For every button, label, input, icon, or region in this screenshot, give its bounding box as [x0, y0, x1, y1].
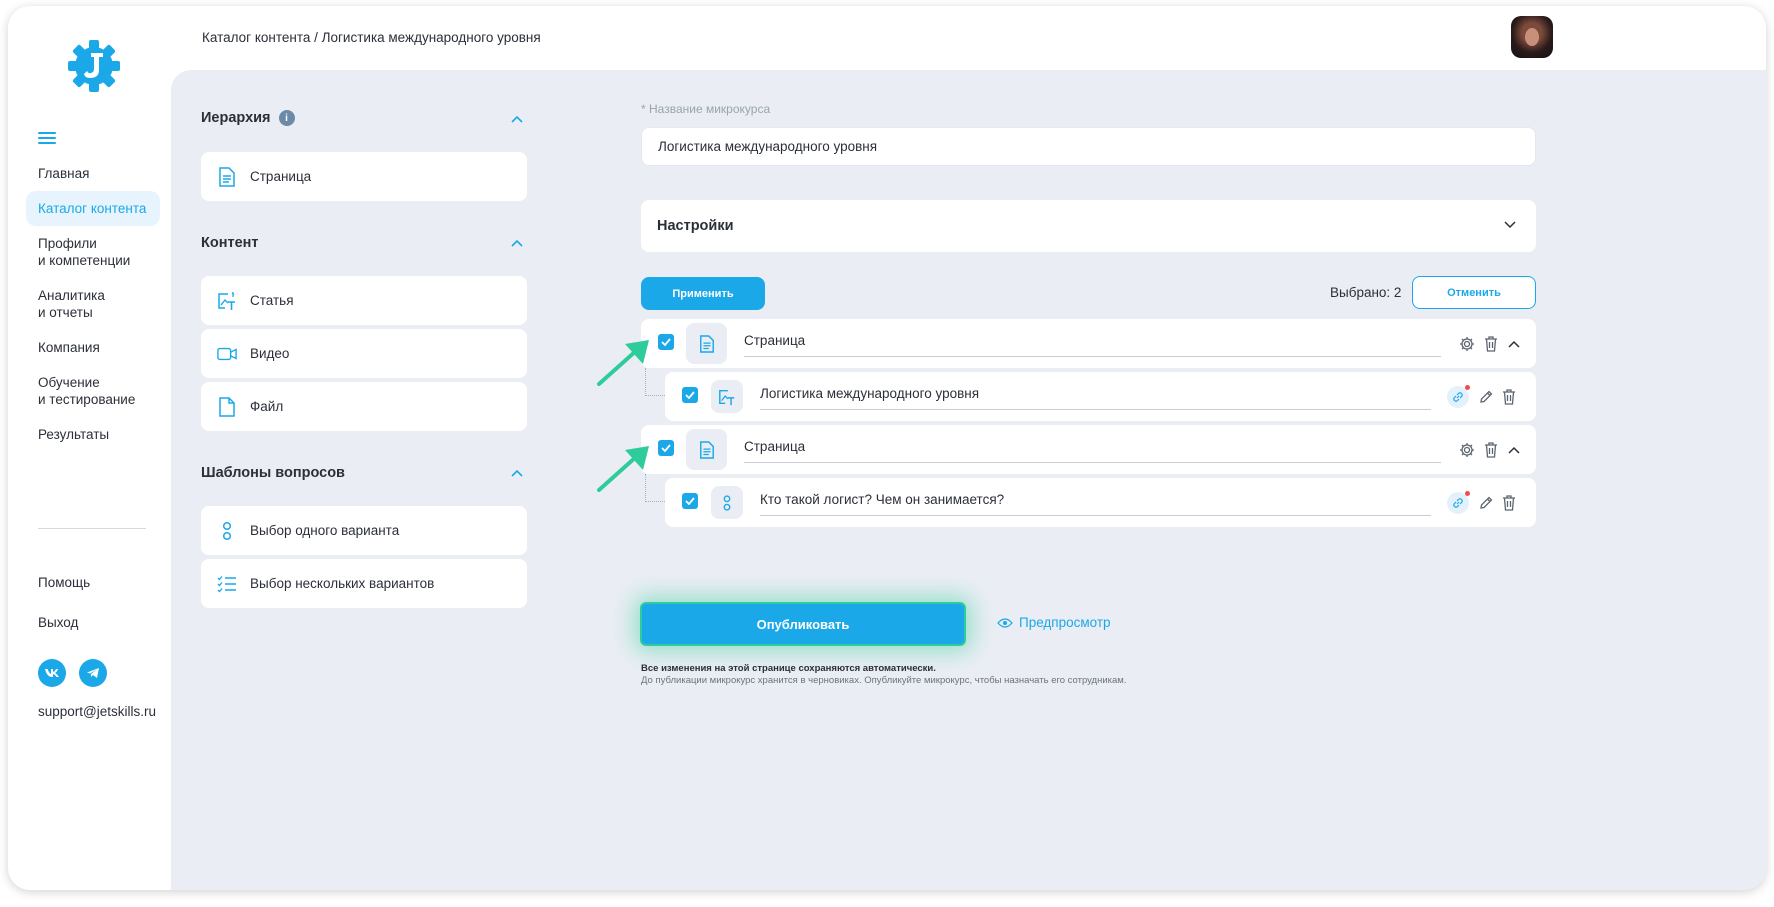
- annotation-arrow: [597, 340, 649, 386]
- telegram-icon[interactable]: [79, 659, 107, 687]
- eye-icon: [997, 617, 1013, 628]
- page-icon: [217, 166, 237, 187]
- chevron-down-icon[interactable]: [1504, 221, 1516, 229]
- video-icon: [217, 344, 237, 364]
- link-icon[interactable]: [1447, 491, 1470, 514]
- autosave-note: Все изменения на этой странице сохраняют…: [641, 663, 936, 674]
- palette-item-video[interactable]: Видео: [201, 329, 527, 378]
- selected-count: Выбрано: 2: [1330, 285, 1402, 300]
- link-icon[interactable]: [1447, 385, 1470, 408]
- multi-choice-icon: [217, 574, 237, 594]
- chevron-up-icon[interactable]: [511, 239, 523, 247]
- sidebar-item-learning[interactable]: Обучение и тестирование: [26, 365, 160, 417]
- palette-item-single-choice[interactable]: Выбор одного варианта: [201, 506, 527, 555]
- jetskills-logo[interactable]: [65, 36, 123, 96]
- sidebar-item-catalog[interactable]: Каталог контента: [26, 191, 160, 226]
- gear-icon[interactable]: [1458, 441, 1476, 459]
- question-title[interactable]: Кто такой логист? Чем он занимается?: [760, 492, 1431, 516]
- chevron-up-icon[interactable]: [1505, 335, 1523, 353]
- page-icon: [686, 323, 727, 364]
- child-checkbox[interactable]: [682, 387, 698, 403]
- child-checkbox[interactable]: [682, 493, 698, 509]
- sidebar-item-profiles[interactable]: Профили и компетенции: [26, 226, 160, 278]
- chevron-up-icon[interactable]: [1505, 441, 1523, 459]
- vk-icon[interactable]: [38, 659, 66, 687]
- settings-accordion[interactable]: Настройки: [641, 200, 1536, 252]
- palette-item-page[interactable]: Страница: [201, 152, 527, 201]
- page-checkbox[interactable]: [658, 334, 674, 350]
- palette-item-file[interactable]: Файл: [201, 382, 527, 431]
- course-name-input[interactable]: Логистика международного уровня: [641, 127, 1536, 166]
- preview-link[interactable]: Предпросмотр: [997, 615, 1111, 630]
- article-icon: [711, 380, 743, 413]
- course-name-label: * Название микрокурса: [641, 102, 771, 116]
- sidebar-nav: Главная Каталог контента Профили и компе…: [26, 156, 160, 452]
- single-choice-icon: [711, 486, 743, 519]
- chevron-up-icon[interactable]: [511, 469, 523, 477]
- structure-child-row[interactable]: Логистика международного уровня: [665, 372, 1536, 421]
- structure-page-row[interactable]: Страница: [641, 425, 1536, 474]
- hierarchy-title: Иерархия i: [201, 110, 295, 127]
- logout-link[interactable]: Выход: [38, 615, 78, 630]
- gear-icon[interactable]: [1458, 335, 1476, 353]
- pencil-icon[interactable]: [1477, 388, 1495, 406]
- help-link[interactable]: Помощь: [38, 575, 90, 590]
- support-email[interactable]: support@jetskills.ru: [38, 704, 156, 719]
- annotation-arrow: [597, 446, 649, 492]
- trash-icon[interactable]: [1482, 335, 1500, 353]
- trash-icon[interactable]: [1500, 494, 1518, 512]
- sidebar-item-home[interactable]: Главная: [26, 156, 160, 191]
- breadcrumb: Каталог контента / Логистика международн…: [202, 30, 541, 45]
- sidebar-divider: [38, 528, 146, 529]
- question-templates-title: Шаблоны вопросов: [201, 465, 345, 481]
- article-title[interactable]: Логистика международного уровня: [760, 386, 1431, 410]
- draft-note: До публикации микрокурс хранится в черно…: [641, 675, 1127, 686]
- sidebar-item-results[interactable]: Результаты: [26, 417, 160, 452]
- single-choice-icon: [217, 521, 237, 541]
- app-window: Главная Каталог контента Профили и компе…: [8, 6, 1766, 890]
- article-icon: [217, 291, 237, 311]
- trash-icon[interactable]: [1500, 388, 1518, 406]
- sidebar-item-analytics[interactable]: Аналитика и отчеты: [26, 278, 160, 330]
- pencil-icon[interactable]: [1477, 494, 1495, 512]
- file-icon: [217, 396, 237, 417]
- palette-item-article[interactable]: Статья: [201, 276, 527, 325]
- avatar[interactable]: [1511, 16, 1553, 58]
- publish-button[interactable]: Опубликовать: [640, 602, 966, 646]
- main-content: Иерархияi Страница Контент Статья Видео: [171, 70, 1766, 890]
- apply-button[interactable]: Применить: [641, 277, 765, 310]
- structure-child-row[interactable]: Кто такой логист? Чем он занимается?: [665, 478, 1536, 527]
- structure-page-row[interactable]: Страница: [641, 319, 1536, 368]
- sidebar-item-company[interactable]: Компания: [26, 330, 160, 365]
- info-icon[interactable]: i: [278, 110, 295, 127]
- page-icon: [686, 429, 727, 470]
- trash-icon[interactable]: [1482, 441, 1500, 459]
- chevron-up-icon[interactable]: [511, 115, 523, 123]
- menu-icon[interactable]: [38, 132, 56, 146]
- cancel-button[interactable]: Отменить: [1412, 276, 1536, 309]
- content-title: Контент: [201, 235, 259, 251]
- page-title[interactable]: Страница: [744, 333, 1441, 357]
- page-checkbox[interactable]: [658, 440, 674, 456]
- palette-item-multi-choice[interactable]: Выбор нескольких вариантов: [201, 559, 527, 608]
- page-title[interactable]: Страница: [744, 439, 1441, 463]
